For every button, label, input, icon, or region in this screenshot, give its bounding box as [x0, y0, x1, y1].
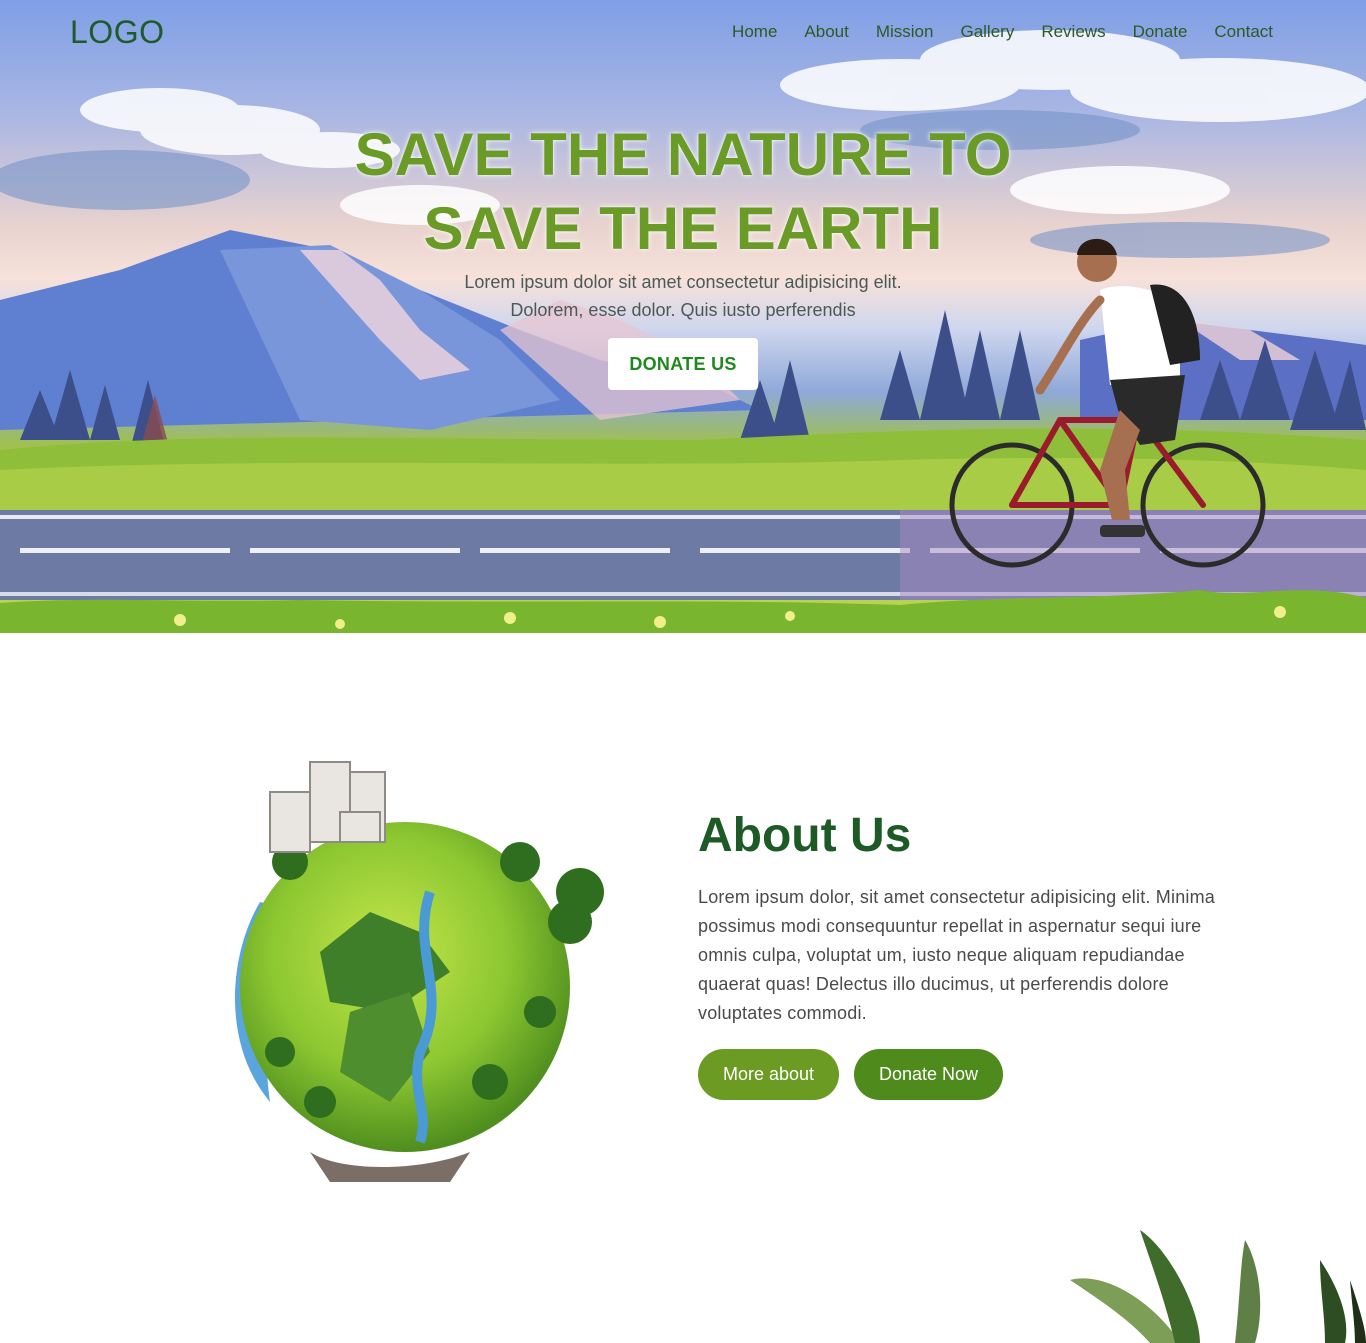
- more-about-button[interactable]: More about: [698, 1049, 839, 1100]
- donate-us-button[interactable]: DONATE US: [608, 338, 758, 390]
- hero-title-line-1: SAVE THE NATURE TO: [354, 121, 1012, 188]
- nav-item-mission[interactable]: Mission: [876, 22, 934, 42]
- hero-subtitle-line-1: Lorem ipsum dolor sit amet consectetur a…: [464, 272, 902, 292]
- donate-now-button[interactable]: Donate Now: [854, 1049, 1003, 1100]
- about-description: Lorem ipsum dolor, sit amet consectetur …: [698, 887, 1216, 1023]
- nav-item-home[interactable]: Home: [732, 22, 777, 42]
- hero-subtitle-line-2: Dolorem, esse dolor. Quis iusto perferen…: [510, 300, 856, 320]
- nav-item-about[interactable]: About: [804, 22, 848, 42]
- logo[interactable]: LOGO: [70, 14, 164, 51]
- leaves-decoration: [1070, 1230, 1366, 1343]
- nav-item-donate[interactable]: Donate: [1133, 22, 1188, 42]
- nav-item-gallery[interactable]: Gallery: [960, 22, 1014, 42]
- top-navigation: LOGO Home About Mission Gallery Reviews …: [0, 0, 1366, 64]
- hero-section: LOGO Home About Mission Gallery Reviews …: [0, 0, 1366, 633]
- nav-menu: Home About Mission Gallery Reviews Donat…: [732, 22, 1273, 42]
- hero-title-line-2: SAVE THE EARTH: [423, 195, 943, 262]
- nav-item-contact[interactable]: Contact: [1214, 22, 1273, 42]
- hero-title: SAVE THE NATURE TO SAVE THE EARTH: [0, 118, 1366, 266]
- nav-item-reviews[interactable]: Reviews: [1041, 22, 1105, 42]
- hero-subtitle: Lorem ipsum dolor sit amet consectetur a…: [0, 268, 1366, 324]
- about-title: About Us: [698, 809, 912, 862]
- green-planet-image: [235, 761, 604, 1182]
